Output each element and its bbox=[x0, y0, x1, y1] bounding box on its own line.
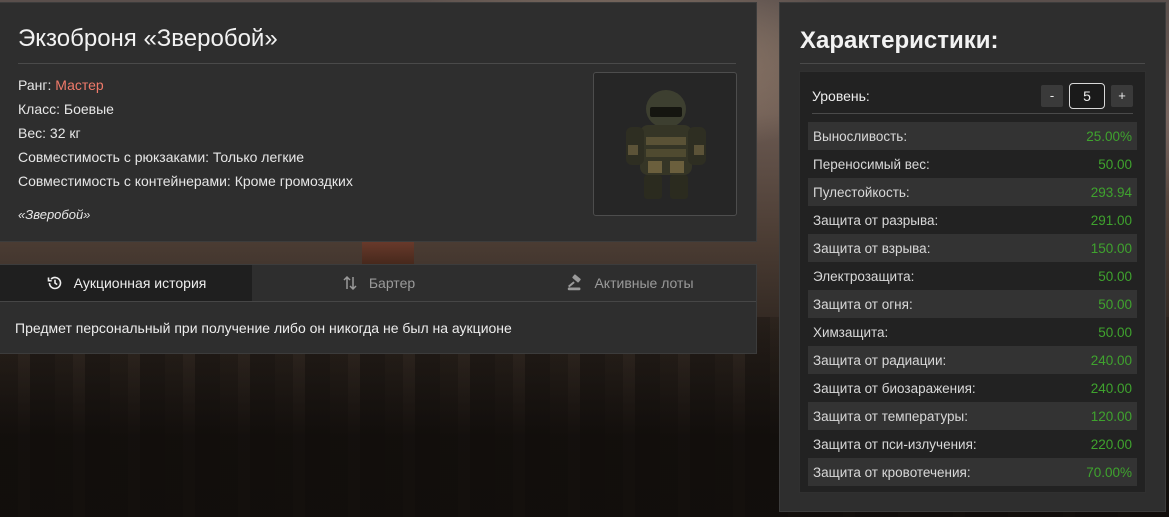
stat-value: 70.00% bbox=[1086, 464, 1132, 480]
tab-active-lots-label: Активные лоты bbox=[594, 275, 694, 291]
tab-barter-label: Бартер bbox=[368, 275, 416, 291]
backpack-compat-line: Совместимость с рюкзаками: Только легкие bbox=[18, 149, 305, 165]
stat-name: Химзащита: bbox=[813, 324, 889, 340]
stat-value: 291.00 bbox=[1090, 212, 1132, 228]
rank-label: Ранг: bbox=[18, 77, 56, 93]
stat-row: Защита от кровотечения: 70.00% bbox=[808, 458, 1137, 486]
stat-row: Пулестойкость: 293.94 bbox=[808, 178, 1137, 206]
stat-name: Защита от огня: bbox=[813, 296, 913, 312]
history-icon bbox=[47, 276, 61, 290]
tab-bar: Аукционная история Бартер Активные лоты bbox=[0, 265, 756, 302]
stat-row: Защита от радиации: 240.00 bbox=[808, 346, 1137, 374]
stat-name: Защита от радиации: bbox=[813, 352, 947, 368]
stat-value: 240.00 bbox=[1090, 352, 1132, 368]
stat-row: Защита от разрыва: 291.00 bbox=[808, 206, 1137, 234]
tab-auction-history[interactable]: Аукционная история bbox=[0, 265, 252, 301]
swap-arrows-icon bbox=[343, 275, 357, 291]
rank-value: Мастер bbox=[55, 77, 104, 93]
item-title: Экзоброня «Зверобой» bbox=[18, 25, 278, 52]
stat-value: 25.00% bbox=[1086, 128, 1132, 144]
stat-value: 50.00 bbox=[1098, 324, 1132, 340]
stat-value: 120.00 bbox=[1090, 408, 1132, 424]
rank-line: Ранг: Мастер bbox=[18, 73, 353, 97]
tab-active-lots[interactable]: Активные лоты bbox=[504, 265, 756, 301]
item-properties: Ранг: Мастер Класс: Боевые Вес: 32 кг Со… bbox=[18, 73, 353, 193]
stat-value: 150.00 bbox=[1090, 240, 1132, 256]
stats-box: Уровень: - + Выносливость: 25.00% Переноси… bbox=[799, 71, 1146, 493]
class-line: Класс: Боевые bbox=[18, 101, 114, 117]
item-card: Экзоброня «Зверобой» Ранг: Мастер Класс:… bbox=[0, 2, 757, 242]
stat-row: Переносимый вес: 50.00 bbox=[808, 150, 1137, 178]
stat-name: Защита от пси-излучения: bbox=[813, 436, 977, 452]
stat-name: Пулестойкость: bbox=[813, 184, 910, 200]
stat-value: 293.94 bbox=[1090, 184, 1132, 200]
stat-name: Защита от биозаражения: bbox=[813, 380, 976, 396]
stat-name: Защита от разрыва: bbox=[813, 212, 939, 228]
item-quote: «Зверобой» bbox=[18, 207, 91, 222]
stat-value: 240.00 bbox=[1090, 380, 1132, 396]
stat-list: Выносливость: 25.00% Переносимый вес: 50.00… bbox=[808, 122, 1137, 486]
tab-barter[interactable]: Бартер bbox=[252, 265, 504, 301]
title-divider bbox=[18, 63, 736, 64]
stat-name: Выносливость: bbox=[813, 128, 908, 144]
stat-row: Защита от взрыва: 150.00 bbox=[808, 234, 1137, 262]
level-selector: Уровень: - + bbox=[812, 78, 1133, 114]
weight-line: Вес: 32 кг bbox=[18, 125, 81, 141]
tab-auction-history-label: Аукционная история bbox=[73, 275, 207, 291]
stat-row: Защита от температуры: 120.00 bbox=[808, 402, 1137, 430]
exoskeleton-armor-image bbox=[626, 90, 706, 199]
stats-title-divider bbox=[800, 63, 1145, 64]
item-image-frame bbox=[593, 72, 737, 216]
level-increase-button[interactable]: + bbox=[1111, 84, 1133, 107]
container-compat-line: Совместимость с контейнерами: Кроме гром… bbox=[18, 173, 353, 189]
stat-name: Защита от кровотечения: bbox=[813, 464, 971, 480]
stat-row: Защита от пси-излучения: 220.00 bbox=[808, 430, 1137, 458]
stat-row: Защита от огня: 50.00 bbox=[808, 290, 1137, 318]
stat-row: Выносливость: 25.00% bbox=[808, 122, 1137, 150]
auction-tabs-panel: Аукционная история Бартер Активные лоты … bbox=[0, 264, 757, 354]
level-input[interactable] bbox=[1069, 82, 1105, 109]
stat-value: 50.00 bbox=[1098, 156, 1132, 172]
stat-value: 220.00 bbox=[1090, 436, 1132, 452]
stats-title: Характеристики: bbox=[800, 27, 999, 54]
stat-name: Переносимый вес: bbox=[813, 156, 930, 172]
stat-name: Защита от температуры: bbox=[813, 408, 968, 424]
stat-value: 50.00 bbox=[1098, 268, 1132, 284]
level-label: Уровень: bbox=[812, 87, 870, 104]
stat-value: 50.00 bbox=[1098, 296, 1132, 312]
auction-history-message: Предмет персональный при получение либо … bbox=[15, 320, 512, 336]
stat-row: Электрозащита: 50.00 bbox=[808, 262, 1137, 290]
stat-name: Защита от взрыва: bbox=[813, 240, 931, 256]
gavel-icon bbox=[568, 274, 582, 291]
stat-row: Химзащита: 50.00 bbox=[808, 318, 1137, 346]
stats-panel: Характеристики: Уровень: - + Выносливост… bbox=[779, 2, 1166, 512]
level-decrease-button[interactable]: - bbox=[1041, 84, 1063, 107]
stat-name: Электрозащита: bbox=[813, 268, 915, 284]
stat-row: Защита от биозаражения: 240.00 bbox=[808, 374, 1137, 402]
